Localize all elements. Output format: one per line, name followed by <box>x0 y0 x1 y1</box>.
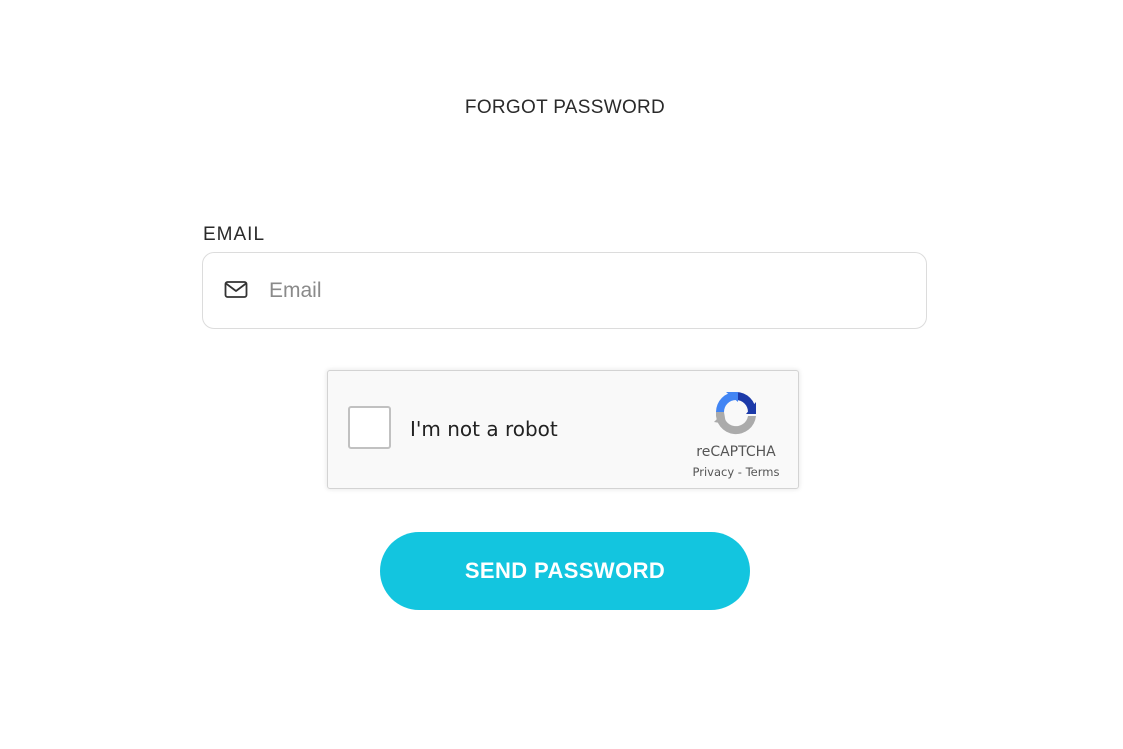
email-label: EMAIL <box>203 224 266 245</box>
page-title: FORGOT PASSWORD <box>464 97 666 118</box>
recaptcha-checkbox[interactable] <box>348 406 391 449</box>
email-input[interactable] <box>269 273 909 309</box>
send-password-button[interactable]: SEND PASSWORD <box>380 532 750 610</box>
forgot-password-page: FORGOT PASSWORD EMAIL I'm not a robot <box>0 0 1123 749</box>
recaptcha-brand: reCAPTCHA <box>696 444 776 460</box>
recaptcha-logo-icon <box>712 388 760 436</box>
privacy-link[interactable]: Privacy <box>693 465 735 479</box>
envelope-icon <box>224 280 248 300</box>
links-separator: - <box>737 465 742 479</box>
email-field-container[interactable] <box>202 252 927 329</box>
recaptcha-widget: I'm not a robot reCAPTCHA Privacy - Term… <box>327 370 799 489</box>
recaptcha-label: I'm not a robot <box>410 417 558 441</box>
terms-link[interactable]: Terms <box>746 465 780 479</box>
recaptcha-links: Privacy - Terms <box>668 465 804 479</box>
